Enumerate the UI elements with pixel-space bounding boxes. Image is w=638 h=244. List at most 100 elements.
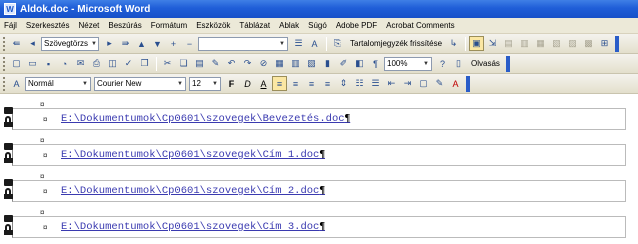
decrease-indent-icon[interactable]: ⇤ <box>384 76 399 91</box>
word-app-icon[interactable]: W <box>4 3 16 15</box>
create-subdocument-icon[interactable]: ▤ <box>501 36 516 51</box>
subdocument-link-4[interactable]: E:\Dokumentumok\Cp0601\szovegek\Cím 3.do… <box>61 221 325 233</box>
show-level-dropdown[interactable]: ▼ <box>198 36 288 51</box>
underline-button[interactable]: A <box>256 76 271 91</box>
open-subdocument-icon[interactable]: ⊞ <box>597 36 612 51</box>
drawing-icon[interactable]: ✐ <box>336 56 351 71</box>
columns-icon[interactable]: ▮ <box>320 56 335 71</box>
collapse-icon[interactable]: − <box>182 36 197 51</box>
format-painter-icon[interactable]: ✎ <box>208 56 223 71</box>
pilcrow: ¶ <box>319 221 326 232</box>
read-icon[interactable]: ▯ <box>451 56 466 71</box>
menu-tools[interactable]: Eszközök <box>196 21 230 30</box>
master-document-view-icon[interactable]: ▣ <box>469 36 485 51</box>
menu-edit[interactable]: Szerkesztés <box>26 21 70 30</box>
show-first-line-icon[interactable]: ☰ <box>291 36 306 51</box>
formatting-toolbar: A Normál ▼ Courier New ▼ 12 ▼ F D A ≡ ≡ … <box>0 74 638 94</box>
permission-icon[interactable]: ◔ <box>57 56 72 71</box>
toolbar-grip[interactable] <box>3 76 6 91</box>
email-icon[interactable]: ✉ <box>73 56 88 71</box>
bullets-icon[interactable]: ☰ <box>368 76 383 91</box>
menu-window[interactable]: Ablak <box>279 21 299 30</box>
expand-icon[interactable]: + <box>166 36 181 51</box>
toolbar-options-icon[interactable] <box>466 75 470 92</box>
document-area[interactable]: ¤ ¤ E:\Dokumentumok\Cp0601\szovegek\Beve… <box>0 94 638 244</box>
merge-subdocument-icon[interactable]: ▧ <box>549 36 564 51</box>
tables-borders-icon[interactable]: ▦ <box>272 56 287 71</box>
undo-icon[interactable]: ↶ <box>224 56 239 71</box>
style-dropdown[interactable]: Normál ▼ <box>25 76 91 91</box>
subdocument-link-2[interactable]: E:\Dokumentumok\Cp0601\szovegek\Cím 1.do… <box>61 149 325 161</box>
copy-icon[interactable]: ❏ <box>176 56 191 71</box>
increase-indent-icon[interactable]: ⇥ <box>400 76 415 91</box>
new-document-icon[interactable]: ▢ <box>9 56 24 71</box>
show-formatting-icon[interactable]: A <box>307 36 322 51</box>
remove-subdocument-icon[interactable]: ▥ <box>517 36 532 51</box>
lock-icon[interactable] <box>3 215 13 235</box>
promote-icon[interactable]: ◂ <box>25 36 40 51</box>
goto-toc-icon[interactable]: ↳ <box>446 36 461 51</box>
outline-level-dropdown[interactable]: Szövegtörzs ▼ <box>41 36 99 51</box>
highlight-icon[interactable]: ✎ <box>432 76 447 91</box>
font-size-dropdown[interactable]: 12 ▼ <box>189 76 221 91</box>
demote-to-body-icon[interactable]: ⇛ <box>118 36 133 51</box>
move-up-icon[interactable]: ▲ <box>134 36 149 51</box>
demote-icon[interactable]: ▸ <box>102 36 117 51</box>
update-toc-button[interactable]: Tartalomjegyzék frissítése <box>350 39 442 48</box>
menu-format[interactable]: Formátum <box>151 21 187 30</box>
insert-table-icon[interactable]: ▥ <box>288 56 303 71</box>
split-subdocument-icon[interactable]: ▨ <box>565 36 580 51</box>
font-color-icon[interactable]: A <box>448 76 463 91</box>
toolbar-options-icon[interactable] <box>615 35 620 52</box>
zoom-dropdown[interactable]: 100% ▼ <box>384 56 432 71</box>
help-icon[interactable]: ? <box>435 56 450 71</box>
insert-subdocument-icon[interactable]: ▦ <box>533 36 548 51</box>
justify-icon[interactable]: ≡ <box>320 76 335 91</box>
expand-subdocuments-icon[interactable]: ⇲ <box>485 36 500 51</box>
menu-adobe-pdf[interactable]: Adobe PDF <box>336 21 377 30</box>
zoom-value: 100% <box>387 59 408 68</box>
menu-table[interactable]: Táblázat <box>239 21 270 30</box>
open-folder-icon[interactable]: ▭ <box>25 56 40 71</box>
paste-icon[interactable]: ▤ <box>192 56 207 71</box>
align-center-icon[interactable]: ≡ <box>288 76 303 91</box>
menu-acrobat-comments[interactable]: Acrobat Comments <box>386 21 454 30</box>
borders-icon[interactable]: ▢ <box>416 76 431 91</box>
lock-icon[interactable] <box>3 179 13 199</box>
font-dropdown[interactable]: Courier New ▼ <box>94 76 186 91</box>
print-icon[interactable]: ⎙ <box>89 56 104 71</box>
insert-excel-icon[interactable]: ▧ <box>304 56 319 71</box>
document-map-icon[interactable]: ◧ <box>352 56 367 71</box>
lock-icon[interactable] <box>3 143 13 163</box>
menu-help[interactable]: Súgó <box>308 21 327 30</box>
menu-view[interactable]: Nézet <box>78 21 99 30</box>
menu-file[interactable]: Fájl <box>4 21 17 30</box>
toolbar-grip[interactable] <box>3 36 6 51</box>
subdocument-link-3[interactable]: E:\Dokumentumok\Cp0601\szovegek\Cím 2.do… <box>61 185 325 197</box>
align-left-icon[interactable]: ≡ <box>272 76 287 91</box>
redo-icon[interactable]: ↷ <box>240 56 255 71</box>
lock-icon[interactable] <box>3 107 13 127</box>
numbering-icon[interactable]: ☷ <box>352 76 367 91</box>
update-toc-icon[interactable]: ⎘ <box>330 36 345 51</box>
italic-button[interactable]: D <box>240 76 255 91</box>
menu-insert[interactable]: Beszúrás <box>108 21 141 30</box>
move-down-icon[interactable]: ▼ <box>150 36 165 51</box>
save-icon[interactable]: ▪ <box>41 56 56 71</box>
toolbar-options-icon[interactable] <box>505 55 510 72</box>
lock-document-icon[interactable]: ▩ <box>581 36 596 51</box>
show-hide-icon[interactable]: ¶ <box>368 56 383 71</box>
align-right-icon[interactable]: ≡ <box>304 76 319 91</box>
spelling-icon[interactable]: ✓ <box>121 56 136 71</box>
read-button[interactable]: Olvasás <box>471 59 500 68</box>
print-preview-icon[interactable]: ◫ <box>105 56 120 71</box>
cut-icon[interactable]: ✂ <box>160 56 175 71</box>
line-spacing-icon[interactable]: ⇕ <box>336 76 351 91</box>
promote-to-heading1-icon[interactable]: ⇚ <box>9 36 24 51</box>
toolbar-grip[interactable] <box>3 56 6 71</box>
research-icon[interactable]: ❐ <box>137 56 152 71</box>
hyperlink-icon[interactable]: ⊘ <box>256 56 271 71</box>
subdocument-link-1[interactable]: E:\Dokumentumok\Cp0601\szovegek\Bevezeté… <box>61 113 350 125</box>
styles-formatting-icon[interactable]: A <box>9 76 24 91</box>
bold-button[interactable]: F <box>224 76 239 91</box>
